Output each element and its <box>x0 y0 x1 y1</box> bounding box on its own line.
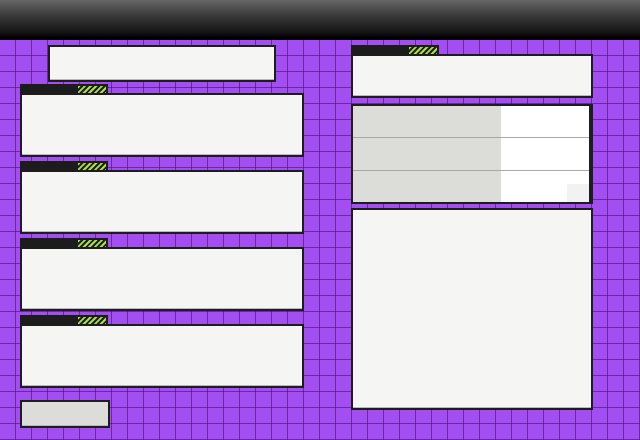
slot-3-panel[interactable] <box>20 247 304 311</box>
tab-stripes-icon <box>78 317 106 324</box>
stats-row-divider <box>353 137 589 138</box>
tab-stripes-icon <box>78 163 106 170</box>
game-screen <box>0 0 640 440</box>
detail-panel <box>351 208 593 410</box>
footer-button[interactable] <box>20 400 110 428</box>
header-bar <box>0 0 640 40</box>
info-box <box>351 54 593 98</box>
tab-stripes-icon <box>409 47 437 54</box>
stats-corner-notch <box>567 184 589 202</box>
tab-stripes-icon <box>78 240 106 247</box>
stats-row-divider <box>353 170 589 171</box>
name-field[interactable] <box>48 45 276 82</box>
slot-2-panel[interactable] <box>20 170 304 234</box>
stats-label-column <box>353 106 501 202</box>
stats-table <box>351 104 593 204</box>
slot-1-panel[interactable] <box>20 93 304 157</box>
slot-4-panel[interactable] <box>20 324 304 388</box>
tab-stripes-icon <box>78 86 106 93</box>
